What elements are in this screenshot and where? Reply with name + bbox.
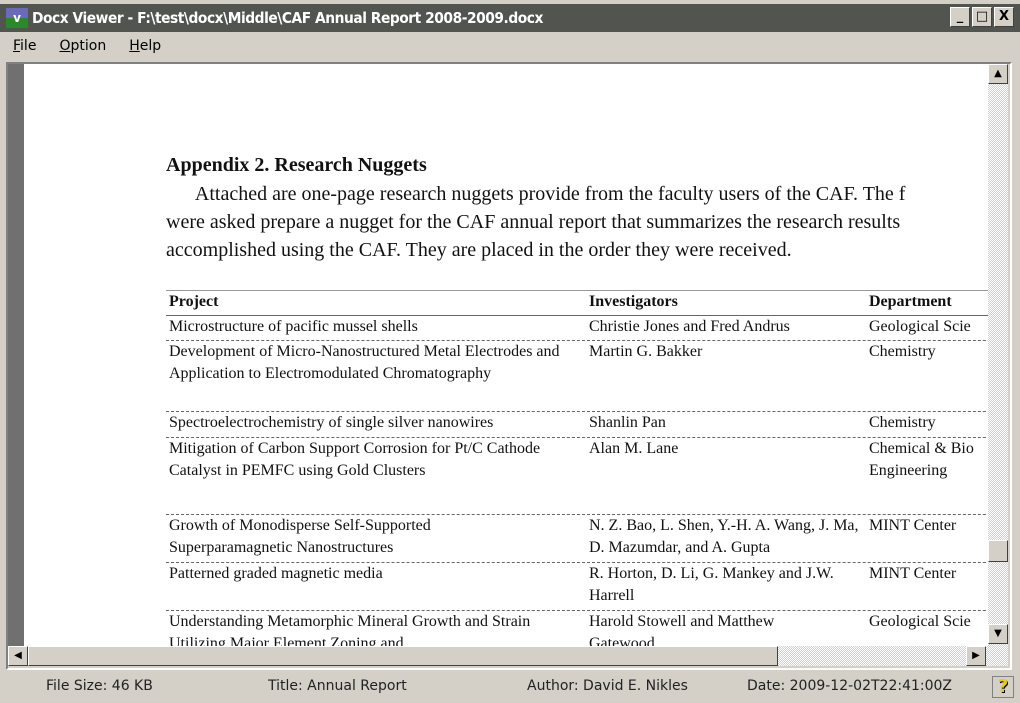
cell-project: Understanding Metamorphic Mineral Growth… bbox=[169, 613, 531, 646]
horizontal-scrollbar[interactable]: ◀ ▶ bbox=[8, 646, 1008, 666]
status-date: Date: 2009-12-02T22:41:00Z bbox=[747, 678, 953, 694]
title-bar: v Docx Viewer - F:\test\docx\Middle\CAF … bbox=[0, 4, 1020, 32]
menu-option-key: O bbox=[59, 38, 71, 54]
table-row: Microstructure of pacific mussel shells C… bbox=[166, 316, 988, 341]
table-row: Patterned graded magnetic media R. Horton… bbox=[166, 563, 988, 611]
minimize-button[interactable]: _ bbox=[950, 7, 970, 27]
header-project: Project bbox=[169, 293, 219, 310]
menu-file-key: F bbox=[13, 38, 21, 54]
scroll-left-button[interactable]: ◀ bbox=[8, 646, 28, 666]
scroll-up-button[interactable]: ▲ bbox=[988, 64, 1008, 84]
cell-department: Chemical & Bio Engineering bbox=[869, 440, 974, 479]
cell-department: Geological Scie bbox=[869, 318, 971, 335]
vertical-scrollbar[interactable]: ▲ ▼ bbox=[988, 64, 1008, 646]
menu-help-label: Help bbox=[129, 38, 162, 54]
header-investigators: Investigators bbox=[589, 293, 678, 310]
cell-department: MINT Center bbox=[869, 517, 957, 534]
menu-option[interactable]: Option bbox=[46, 36, 116, 58]
table-row: Spectroelectrochemistry of single silver… bbox=[166, 412, 988, 438]
cell-project: Development of Micro-Nanostructured Meta… bbox=[169, 343, 560, 382]
status-title: Title: Annual Report bbox=[268, 678, 407, 694]
document-frame: Appendix 2. Research Nuggets Attached ar… bbox=[6, 62, 1012, 670]
vertical-scroll-thumb[interactable] bbox=[988, 540, 1008, 562]
cell-investigators: Shanlin Pan bbox=[589, 414, 666, 431]
section-heading: Appendix 2. Research Nuggets bbox=[166, 154, 427, 176]
cell-investigators: Harold Stowell and Matthew Gatewood bbox=[589, 613, 775, 646]
table-row: Mitigation of Carbon Support Corrosion f… bbox=[166, 438, 988, 515]
cell-project: Patterned graded magnetic media bbox=[169, 565, 383, 582]
table-row: Development of Micro-Nanostructured Meta… bbox=[166, 341, 988, 412]
cell-department: Chemistry bbox=[869, 343, 936, 360]
table-header-row: Project Investigators Department bbox=[166, 291, 988, 316]
table-row: Understanding Metamorphic Mineral Growth… bbox=[166, 611, 988, 646]
scroll-right-button[interactable]: ▶ bbox=[966, 646, 986, 666]
horizontal-scroll-thumb[interactable] bbox=[28, 646, 778, 666]
header-department: Department bbox=[869, 293, 952, 310]
intro-paragraph: Attached are one-page research nuggets p… bbox=[166, 183, 906, 261]
cell-project: Mitigation of Carbon Support Corrosion f… bbox=[169, 440, 541, 479]
menu-help[interactable]: Help bbox=[116, 36, 171, 58]
status-bar: File Size: 46 KB Title: Annual Report Au… bbox=[0, 674, 1020, 700]
cell-investigators: Alan M. Lane bbox=[589, 440, 679, 457]
window-title: Docx Viewer - F:\test\docx\Middle\CAF An… bbox=[32, 9, 543, 27]
menu-option-label: ption bbox=[70, 38, 107, 54]
cell-department: Chemistry bbox=[869, 414, 936, 431]
cell-project: Spectroelectrochemistry of single silver… bbox=[169, 414, 494, 431]
maximize-button[interactable]: □ bbox=[972, 7, 992, 27]
cell-investigators: R. Horton, D. Li, G. Mankey and J.W. Har… bbox=[589, 565, 834, 604]
menu-bar: File Option Help bbox=[0, 36, 171, 58]
cell-project: Microstructure of pacific mussel shells bbox=[169, 318, 418, 335]
scroll-down-button[interactable]: ▼ bbox=[988, 624, 1008, 644]
menu-file[interactable]: File bbox=[0, 36, 46, 58]
document-view[interactable]: Appendix 2. Research Nuggets Attached ar… bbox=[24, 64, 988, 646]
status-file-size: File Size: 46 KB bbox=[46, 678, 153, 694]
status-author: Author: David E. Nikles bbox=[527, 678, 688, 694]
table-row: Growth of Monodisperse Self-Supported Su… bbox=[166, 515, 988, 563]
help-icon[interactable]: ? bbox=[992, 676, 1014, 698]
close-button[interactable]: X bbox=[994, 7, 1014, 27]
cell-investigators: Martin G. Bakker bbox=[589, 343, 703, 360]
cell-investigators: Christie Jones and Fred Andrus bbox=[589, 318, 790, 335]
app-icon: v bbox=[6, 8, 28, 28]
cell-department: MINT Center bbox=[869, 565, 957, 582]
menu-file-label: ile bbox=[20, 38, 37, 54]
left-margin-strip bbox=[8, 64, 24, 646]
cell-department: Geological Scie bbox=[869, 613, 971, 630]
nuggets-table: Project Investigators Department Microst… bbox=[166, 290, 988, 646]
cell-project: Growth of Monodisperse Self-Supported Su… bbox=[169, 517, 431, 556]
cell-investigators: N. Z. Bao, L. Shen, Y.-H. A. Wang, J. Ma… bbox=[589, 517, 859, 556]
